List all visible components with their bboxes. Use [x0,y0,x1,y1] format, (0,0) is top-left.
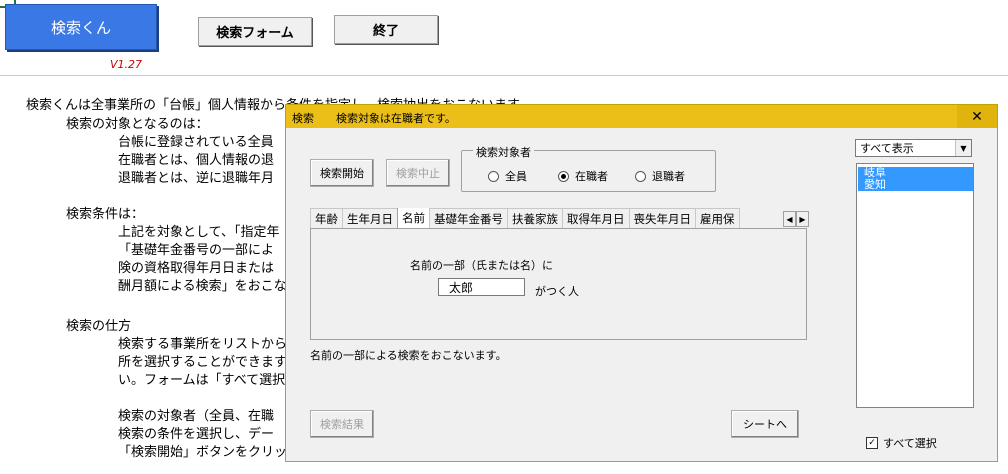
tab-pension-number[interactable]: 基礎年金番号 [429,208,508,228]
sheet-text: 検索の仕方 [66,319,132,334]
radio-button[interactable] [488,170,499,182]
list-item[interactable]: 愛知 [858,179,973,191]
select-all-checkbox[interactable]: ✓ すべて選択 [866,435,937,451]
sheet-text: 検索の条件を選択し、デー [118,427,275,442]
condition-tabs: 年齢 生年月日 名前 基礎年金番号 扶養家族 取得年月日 喪失年月日 雇用保 [310,208,791,228]
name-input[interactable]: 太郎 [438,278,525,296]
radio-button-selected[interactable] [558,170,569,182]
radio-employed[interactable]: 在職者 [558,168,608,184]
tab-left-arrow-icon[interactable]: ◀ [783,211,796,227]
tab-right-arrow-icon[interactable]: ▶ [796,211,809,227]
tab-acquisition-date[interactable]: 取得年月日 [562,208,630,228]
chevron-down-icon[interactable]: ▼ [955,140,971,156]
name-suffix: がつく人 [535,285,579,298]
search-results-button[interactable]: 検索結果 [310,410,374,438]
office-filter-select[interactable]: すべて表示 ▼ [855,139,972,157]
sheet-text: 「検索開始」ボタンをクリック [118,445,301,460]
tab-age[interactable]: 年齢 [310,208,343,228]
condition-description: 名前の一部による検索をおこないます。 [310,349,507,362]
search-start-button[interactable]: 検索開始 [310,159,374,187]
sheet-text: 所を選択することができます [118,355,288,370]
radio-retired[interactable]: 退職者 [635,168,685,184]
target-group-label: 検索対象者 [473,144,534,160]
close-icon[interactable]: ✕ [957,105,997,128]
sheet-text: 上記を対象として、「指定年 [118,225,280,240]
radio-label: 在職者 [575,170,608,183]
search-dialog: 検索 検索対象は在職者です。 ✕ 検索開始 検索中止 検索対象者 全員 在職者 … [285,104,998,462]
sheet-text: 台帳に登録されている全員 [118,135,274,150]
sheet-text: 検索の対象となるのは： [66,117,209,132]
checkbox-checked-icon[interactable]: ✓ [866,437,878,449]
app-title-button[interactable]: 検索くん [5,4,157,50]
sheet-text: 退職者とは、逆に退職年月 [118,171,275,186]
dialog-titlebar[interactable]: 検索 検索対象は在職者です。 ✕ [286,105,997,128]
radio-label: 全員 [505,170,527,183]
sheet-text: い。フォームは「すべて選択 [118,373,286,388]
sheet-text: 険の資格取得年月日または [118,261,275,276]
sheet-text: 「基礎年金番号の一部によ [118,243,275,258]
tab-employment-insurance[interactable]: 雇用保 [695,208,740,228]
tab-birthdate[interactable]: 生年月日 [342,208,398,228]
version-label: V1.27 [110,58,143,71]
name-prompt: 名前の一部（氏または名）に [410,259,553,272]
dialog-title: 検索 検索対象は在職者です。 [292,112,456,125]
search-form-button[interactable]: 検索フォーム [198,17,312,46]
tab-name[interactable]: 名前 [397,208,430,228]
tab-scroll: ◀ ▶ [783,211,809,227]
sheet-text: 在職者とは、個人情報の退 [118,153,275,168]
office-filter-value: すべて表示 [860,142,914,155]
sheet-text: 酬月額による検索」をおこな [118,279,287,294]
radio-label: 退職者 [652,170,685,183]
select-all-label: すべて選択 [883,437,937,450]
tab-loss-date[interactable]: 喪失年月日 [628,208,696,228]
sheet-text: 検索の対象者（全員、在職 [118,409,275,424]
go-to-sheet-button[interactable]: シートへ [731,410,799,438]
divider [0,75,1008,76]
sheet-text: 検索する事業所をリストから [118,337,288,352]
sheet-text: 検索条件は： [66,207,145,222]
exit-button[interactable]: 終了 [334,15,438,44]
search-stop-button[interactable]: 検索中止 [386,159,450,187]
radio-all[interactable]: 全員 [488,168,527,184]
radio-button[interactable] [635,170,646,182]
office-list[interactable]: 岐阜 愛知 [856,163,974,408]
tab-dependents[interactable]: 扶養家族 [507,208,563,228]
